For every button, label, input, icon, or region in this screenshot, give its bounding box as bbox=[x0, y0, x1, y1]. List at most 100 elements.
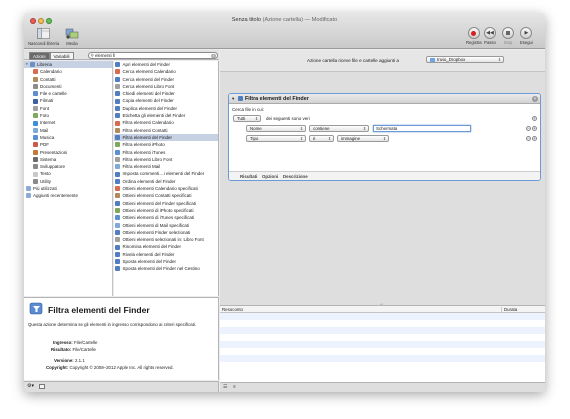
action-item[interactable]: Duplica elementi del Finder bbox=[114, 105, 218, 112]
library-item[interactable]: Musica bbox=[24, 134, 112, 141]
action-item[interactable]: Sposta elementi del Finder nel Cestino bbox=[114, 265, 218, 272]
rule2-field-popup[interactable]: Tipo ⇕ bbox=[246, 135, 306, 142]
folder-popup[interactable]: Invio_Dropbox ⇕ bbox=[426, 56, 504, 63]
category-icon bbox=[26, 186, 31, 192]
remove-rule2-button[interactable]: − bbox=[526, 136, 531, 141]
action-item[interactable]: Rivela elementi del Finder bbox=[114, 251, 218, 258]
action-item[interactable]: Filtra elementi Contatti bbox=[114, 127, 218, 134]
result-type-key: Risultato: bbox=[51, 347, 72, 352]
disclosure-triangle-icon[interactable]: ▾ bbox=[232, 96, 234, 102]
library-item[interactable]: PDF bbox=[24, 141, 112, 148]
tab-actions[interactable]: Azioni bbox=[29, 52, 50, 60]
action-item[interactable]: Etichetta gli elementi del Finder bbox=[114, 112, 218, 119]
options-tab[interactable]: Opzioni bbox=[262, 174, 278, 179]
window-subtitle: (Azione cartella) bbox=[262, 17, 303, 23]
action-item[interactable]: Apri elementi del Finder bbox=[114, 61, 218, 68]
list-view-icon[interactable]: ☰ bbox=[223, 384, 227, 390]
action-item[interactable]: Filtra elementi Mail bbox=[114, 163, 218, 170]
search-input[interactable]: ⚲ elementi fi × bbox=[88, 51, 218, 59]
rule1-value-field[interactable]: Schermata bbox=[373, 125, 471, 132]
action-item[interactable]: Ottieni elementi di Mail specificati bbox=[114, 222, 218, 229]
close-action-icon[interactable]: × bbox=[532, 95, 538, 102]
library-item-label: Aggiunti recentemente bbox=[33, 193, 79, 199]
library-item[interactable]: Contatti bbox=[24, 76, 112, 83]
log-view-icon[interactable]: ≡ bbox=[233, 384, 236, 390]
library-item[interactable]: Mail bbox=[24, 127, 112, 134]
library-item[interactable]: Internet bbox=[24, 119, 112, 126]
media-button[interactable]: Media bbox=[65, 27, 79, 46]
action-item[interactable]: Ottieni elementi Finder selezionati bbox=[114, 229, 218, 236]
library-item[interactable]: Utility bbox=[24, 178, 112, 185]
action-item[interactable]: Ottieni elementi di iPhoto specificati bbox=[114, 207, 218, 214]
library-item[interactable]: Aggiunti recentemente bbox=[24, 192, 112, 199]
remove-rule1-button[interactable]: − bbox=[526, 126, 531, 131]
rule1-field-popup[interactable]: Nome ⇕ bbox=[246, 125, 306, 132]
action-item[interactable]: Ottieni elementi del Finder specificati bbox=[114, 200, 218, 207]
description-tab[interactable]: Descrizione bbox=[283, 174, 308, 179]
library-item[interactable]: ▾ Libreria bbox=[24, 61, 112, 69]
library-item[interactable]: Documenti bbox=[24, 83, 112, 90]
gear-icon[interactable]: ⚙▾ bbox=[27, 383, 34, 389]
library-item[interactable]: Sistema bbox=[24, 156, 112, 163]
run-button[interactable]: ▶ Esegui bbox=[520, 27, 533, 45]
add-rule-button[interactable]: + bbox=[532, 116, 537, 121]
run-label: Esegui bbox=[520, 40, 533, 45]
library-item[interactable]: Più utilizzati bbox=[24, 185, 112, 192]
tab-variables[interactable]: Variabili bbox=[49, 52, 74, 60]
record-button[interactable]: Registra bbox=[466, 27, 482, 45]
action-item-label: Imposta commenti…i elementi del Finder bbox=[122, 171, 205, 177]
action-item[interactable]: Filtra elementi iPhoto bbox=[114, 141, 218, 148]
action-item[interactable]: Ottieni elementi selezionati in: Libro F… bbox=[114, 236, 218, 243]
action-item[interactable]: Ottieni elementi Contatti specificati bbox=[114, 192, 218, 199]
all-any-popup[interactable]: Tutti ⇕ bbox=[233, 115, 261, 122]
results-tab[interactable]: Risultati bbox=[240, 174, 257, 179]
log-column-duration[interactable]: Durata bbox=[501, 307, 517, 312]
action-item[interactable]: Cerca elementi Calendario bbox=[114, 68, 218, 75]
action-item[interactable]: Filtra elementi iTunes bbox=[114, 149, 218, 156]
step-button[interactable]: ◀◀ Passo bbox=[484, 27, 496, 45]
category-icon bbox=[33, 120, 38, 126]
stop-button[interactable]: Stop bbox=[502, 27, 514, 45]
library-item[interactable]: File e cartelle bbox=[24, 90, 112, 97]
action-item[interactable]: Chiedi elementi del Finder bbox=[114, 90, 218, 97]
library-item[interactable]: Font bbox=[24, 105, 112, 112]
all-any-suffix: dei seguenti sono veri bbox=[266, 116, 310, 121]
add-rule2-button[interactable]: + bbox=[532, 136, 537, 141]
action-item[interactable]: Imposta commenti…i elementi del Finder bbox=[114, 170, 218, 177]
action-item-label: Filtra elementi Contatti bbox=[122, 127, 168, 133]
action-item[interactable]: Filtra elementi Calendario bbox=[114, 119, 218, 126]
library-item[interactable]: Calendario bbox=[24, 68, 112, 75]
library-item-label: Mail bbox=[40, 127, 49, 133]
description-toggle-icon[interactable] bbox=[39, 384, 45, 389]
library-item[interactable]: Sviluppatore bbox=[24, 163, 112, 170]
search-criteria-label: Cerca file in cui: bbox=[232, 107, 265, 112]
library-item[interactable]: Testo bbox=[24, 170, 112, 177]
hide-library-button[interactable]: Nascondi libreria bbox=[28, 27, 59, 46]
rule1-operator-popup[interactable]: contiene ⇕ bbox=[309, 125, 369, 132]
log-column-report[interactable]: Resoconto bbox=[222, 307, 243, 312]
action-item[interactable]: Ottieni elementi Calendario specificati bbox=[114, 185, 218, 192]
action-item[interactable]: Rinomina elementi del Finder bbox=[114, 243, 218, 250]
library-item[interactable]: Filmati bbox=[24, 97, 112, 104]
action-item[interactable]: Ottieni elementi di iTunes specificati bbox=[114, 214, 218, 221]
window-title-text: Senza titolo bbox=[231, 17, 262, 23]
media-label: Media bbox=[66, 41, 78, 46]
clear-search-icon[interactable]: × bbox=[211, 53, 216, 58]
filter-finder-action-card[interactable]: ▾ Filtra elementi del Finder × Cerca fil… bbox=[228, 93, 541, 181]
action-item[interactable]: Cerca elementi Libro Font bbox=[114, 83, 218, 90]
rule1-value-text: Schermata bbox=[376, 126, 398, 131]
action-item-label: Ottieni elementi del Finder specificati bbox=[122, 200, 197, 206]
action-item[interactable]: Filtra elementi del Finder bbox=[114, 133, 218, 142]
action-item[interactable]: Copia elementi del Finder bbox=[114, 97, 218, 104]
log-table-header: Resoconto Durata bbox=[220, 306, 545, 313]
action-item[interactable]: Cerca elementi del Finder bbox=[114, 76, 218, 83]
rule2-operator-popup[interactable]: è ⇕ bbox=[309, 135, 334, 142]
library-item[interactable]: Presentazioni bbox=[24, 149, 112, 156]
action-item[interactable]: Sposta elementi del Finder bbox=[114, 258, 218, 265]
action-item[interactable]: Filtra elementi Libro Font bbox=[114, 156, 218, 163]
library-item[interactable]: Foto bbox=[24, 112, 112, 119]
rule2-value-popup[interactable]: immagine ⇕ bbox=[337, 135, 389, 142]
action-item[interactable]: Ordina elementi del Finder bbox=[114, 178, 218, 185]
add-rule1-button[interactable]: + bbox=[532, 126, 537, 131]
action-item-label: Ottieni elementi Contatti specificati bbox=[122, 193, 192, 199]
